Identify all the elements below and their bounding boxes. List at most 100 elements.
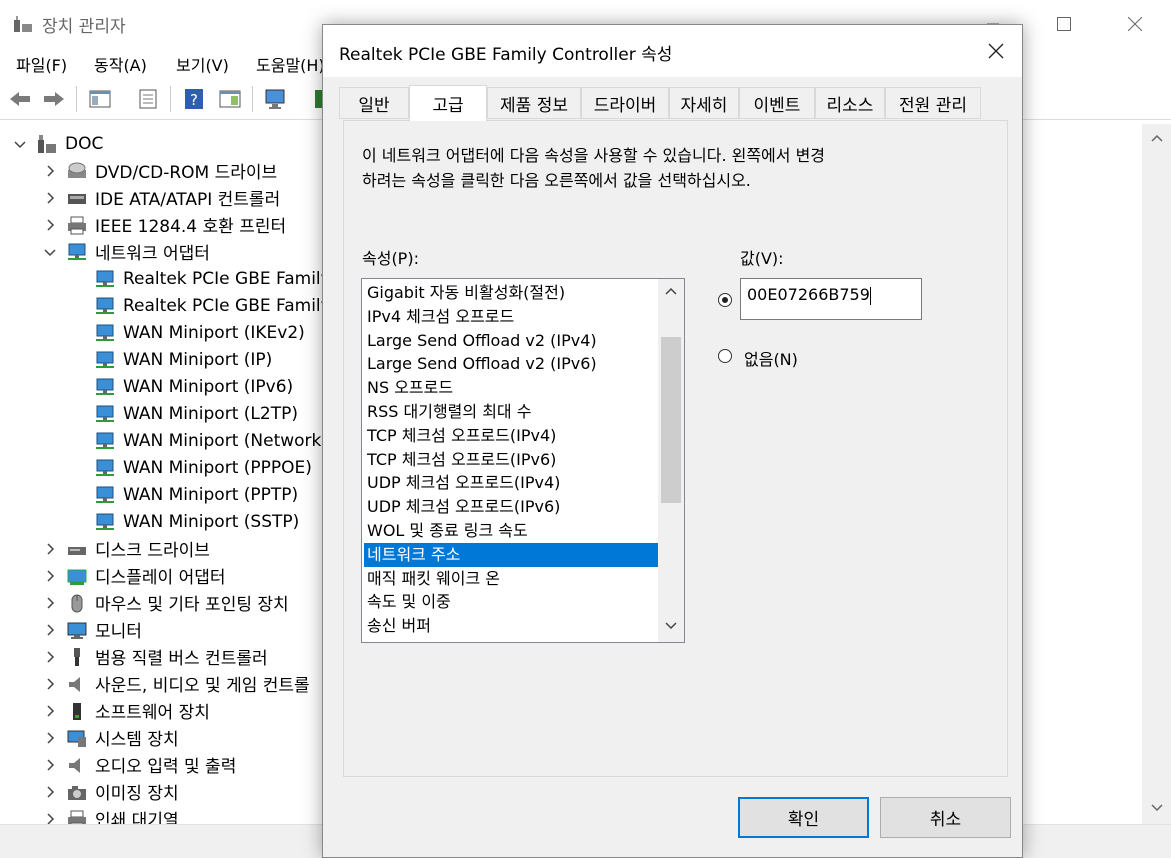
tree-category-item[interactable]: 시스템 장치 (44, 724, 179, 751)
tree-item-label: 마우스 및 기타 포인팅 장치 (95, 595, 289, 615)
property-item[interactable]: Large Send Offload v2 (IPv6) (364, 352, 658, 376)
chevron-right-icon[interactable] (44, 596, 56, 609)
property-item[interactable]: NS 오프로드 (364, 376, 658, 400)
tree-child-item[interactable]: WAN Miniport (IPv6) (94, 373, 293, 400)
property-item[interactable]: 매직 패킷 웨이크 온 (364, 567, 658, 591)
tree-child-item[interactable]: Realtek PCIe GBE Family C (94, 265, 330, 292)
chevron-right-icon[interactable] (44, 785, 56, 798)
chevron-right-icon[interactable] (44, 758, 56, 771)
property-item[interactable]: 송신 버퍼 (364, 614, 658, 638)
action-pane-button[interactable] (216, 86, 244, 112)
chevron-down-icon[interactable] (44, 246, 56, 258)
property-item[interactable]: Gigabit 자동 비활성화(절전) (364, 281, 658, 305)
back-button[interactable] (6, 86, 34, 112)
property-item[interactable]: UDP 체크섬 오프로드(IPv6) (364, 495, 658, 519)
value-input[interactable]: 00E07266B759 (740, 278, 922, 320)
forward-button[interactable] (40, 86, 68, 112)
show-hide-console-tree-button[interactable] (86, 86, 114, 112)
chevron-right-icon[interactable] (44, 677, 56, 690)
value-radio[interactable] (718, 293, 732, 307)
ok-button[interactable]: 확인 (738, 797, 869, 838)
chevron-right-icon[interactable] (44, 569, 56, 582)
chevron-right-icon[interactable] (44, 812, 56, 825)
chevron-right-icon[interactable] (44, 164, 56, 177)
tree-child-item[interactable]: WAN Miniport (SSTP) (94, 508, 299, 535)
chevron-right-icon[interactable] (44, 731, 56, 744)
menu-file[interactable]: 파일(F) (16, 52, 67, 76)
tab-resources[interactable]: 리소스 (815, 87, 885, 119)
tab-power-management[interactable]: 전원 관리 (885, 87, 981, 119)
tree-child-item[interactable]: WAN Miniport (IP) (94, 346, 272, 373)
dialog-close-button[interactable] (970, 25, 1022, 77)
property-item[interactable]: RSS 대기행렬의 최대 수 (364, 400, 658, 424)
menu-action[interactable]: 동작(A) (94, 52, 147, 76)
property-item[interactable]: TCP 체크섬 오프로드(IPv6) (364, 448, 658, 472)
tab-general[interactable]: 일반 (339, 87, 409, 119)
tab-product-info[interactable]: 제품 정보 (487, 87, 581, 119)
tree-category-item[interactable]: 소프트웨어 장치 (44, 697, 210, 724)
none-radio-label[interactable]: 없음(N) (744, 346, 798, 370)
help-button[interactable]: ? (180, 86, 208, 112)
tree-category-item[interactable]: 사운드, 비디오 및 게임 컨트롤 (44, 670, 310, 697)
tab-driver[interactable]: 드라이버 (581, 87, 669, 119)
tree-category-item[interactable]: IDE ATA/ATAPI 컨트롤러 (44, 184, 280, 211)
chevron-right-icon[interactable] (44, 218, 56, 231)
property-item[interactable]: Large Send Offload v2 (IPv4) (364, 329, 658, 353)
property-item-selected[interactable]: 네트워크 주소 (364, 542, 658, 567)
maximize-button[interactable] (1029, 0, 1099, 48)
property-item[interactable]: WOL 및 종료 링크 속도 (364, 519, 658, 543)
tree-vertical-scrollbar[interactable] (1142, 124, 1171, 824)
tree-child-item[interactable]: WAN Miniport (Network (94, 427, 321, 454)
chevron-right-icon[interactable] (44, 542, 56, 555)
mouse-icon (71, 594, 83, 612)
scroll-down-icon[interactable] (1151, 804, 1163, 812)
property-item[interactable]: UDP 체크섬 오프로드(IPv4) (364, 471, 658, 495)
properties-button[interactable] (134, 86, 162, 112)
tree-category-item[interactable]: 디스크 드라이브 (44, 535, 210, 562)
none-radio[interactable] (718, 349, 732, 363)
scrollbar-thumb[interactable] (661, 337, 681, 503)
tree-category-item[interactable]: 이미징 장치 (44, 778, 179, 805)
chevron-right-icon[interactable] (44, 191, 56, 204)
tab-events[interactable]: 이벤트 (739, 87, 815, 119)
menu-help[interactable]: 도움말(H) (256, 52, 325, 76)
svg-text:?: ? (190, 91, 198, 109)
property-list-scrollbar[interactable] (658, 279, 684, 642)
scroll-down-icon[interactable] (665, 622, 677, 630)
scroll-up-icon[interactable] (665, 287, 677, 295)
tree-category-item[interactable]: 인쇄 대기열 (44, 805, 179, 824)
chevron-right-icon[interactable] (44, 623, 56, 636)
property-item[interactable]: 속도 및 이중 (364, 590, 658, 614)
tree-root[interactable]: DOC (14, 130, 103, 157)
dialog-titlebar: Realtek PCIe GBE Family Controller 속성 (323, 25, 1022, 77)
tree-child-item[interactable]: Realtek PCIe GBE Family C (94, 292, 330, 319)
chevron-right-icon[interactable] (44, 704, 56, 717)
tree-item-label: 오디오 입력 및 출력 (95, 757, 237, 777)
tree-child-item[interactable]: WAN Miniport (PPTP) (94, 481, 298, 508)
tree-category-item[interactable]: IEEE 1284.4 호환 프린터 (44, 211, 286, 238)
tree-category-item[interactable]: 오디오 입력 및 출력 (44, 751, 236, 778)
usb-icon (74, 647, 80, 666)
menu-view[interactable]: 보기(V) (176, 52, 229, 76)
tree-category-item[interactable]: 네트워크 어댑터 (44, 238, 210, 265)
window-close-button[interactable] (1100, 0, 1170, 48)
tab-advanced[interactable]: 고급 (409, 85, 487, 121)
tree-child-item[interactable]: WAN Miniport (L2TP) (94, 400, 298, 427)
tree-category-item[interactable]: 디스플레이 어댑터 (44, 562, 226, 589)
tab-details[interactable]: 자세히 (669, 87, 739, 119)
property-item[interactable]: TCP 체크섬 오프로드(IPv4) (364, 424, 658, 448)
cancel-button[interactable]: 취소 (880, 797, 1011, 838)
tree-category-item[interactable]: 범용 직렬 버스 컨트롤러 (44, 643, 268, 670)
property-item[interactable]: IPv4 체크섬 오프로드 (364, 305, 658, 329)
network-adapter-icon (96, 486, 114, 503)
toolbar-separator (252, 86, 253, 112)
chevron-right-icon[interactable] (44, 650, 56, 663)
scroll-up-icon[interactable] (1151, 134, 1163, 142)
tree-child-item[interactable]: WAN Miniport (IKEv2) (94, 319, 305, 346)
scan-hardware-button[interactable] (262, 86, 290, 112)
tree-category-item[interactable]: 모니터 (44, 616, 142, 643)
tree-category-item[interactable]: 마우스 및 기타 포인팅 장치 (44, 589, 289, 616)
property-listbox[interactable]: Gigabit 자동 비활성화(절전) IPv4 체크섬 오프로드 Large Se… (361, 278, 685, 643)
tree-category-item[interactable]: DVD/CD-ROM 드라이브 (44, 157, 277, 184)
tree-child-item[interactable]: WAN Miniport (PPPOE) (94, 454, 312, 481)
